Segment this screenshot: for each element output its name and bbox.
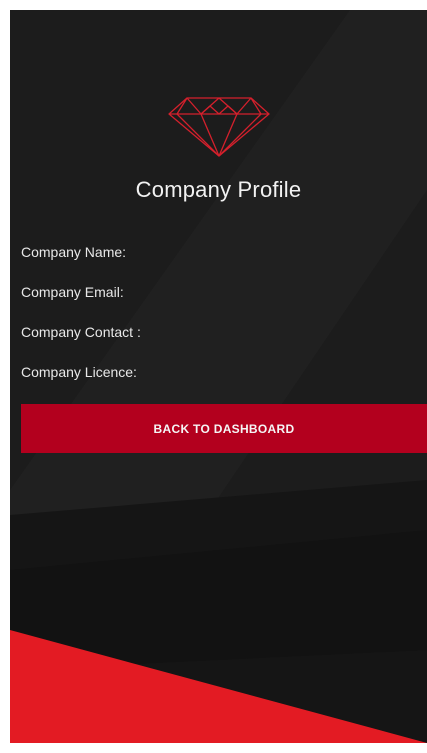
company-licence-label: Company Licence:	[21, 364, 137, 380]
company-name-label: Company Name:	[21, 244, 127, 260]
company-contact-label: Company Contact :	[21, 324, 141, 340]
page-title: Company Profile	[135, 177, 302, 202]
company-profile-screen: Company Profile Company Name: Company Em…	[10, 10, 427, 743]
company-email-label: Company Email:	[21, 284, 124, 300]
back-to-dashboard-button[interactable]: BACK TO DASHBOARD	[21, 404, 427, 453]
diamond-icon	[168, 97, 270, 157]
